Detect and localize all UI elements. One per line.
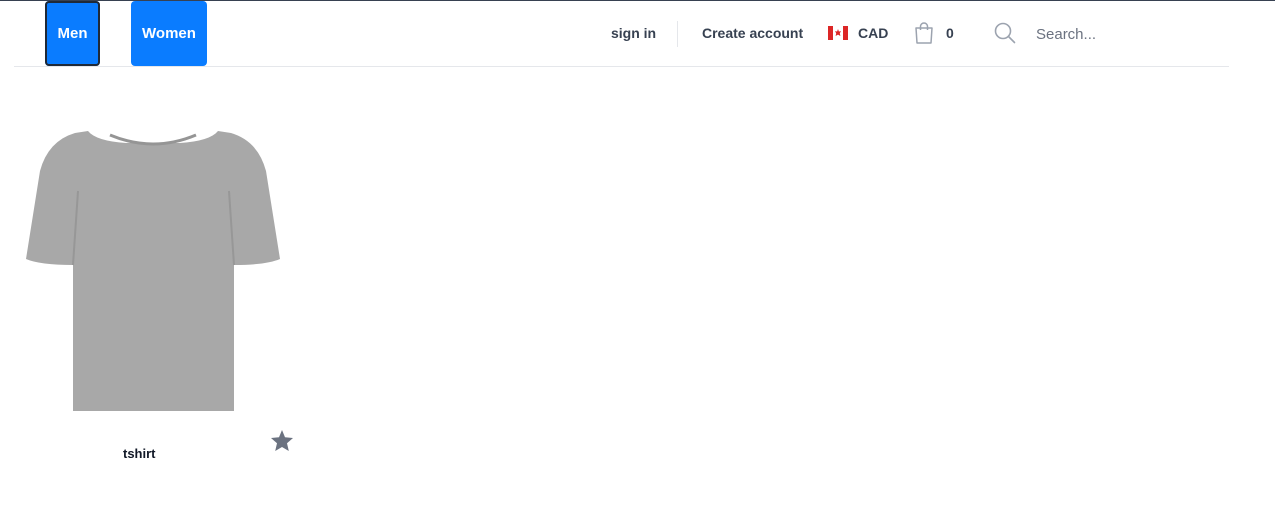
site-header: Men Women sign in Create account CAD 0 bbox=[14, 1, 1229, 67]
currency-label: CAD bbox=[858, 25, 889, 41]
canada-flag-icon bbox=[828, 26, 848, 40]
category-men-button[interactable]: Men bbox=[45, 1, 100, 66]
sign-in-link[interactable]: sign in bbox=[611, 25, 656, 41]
product-image[interactable] bbox=[26, 131, 280, 411]
search-input[interactable] bbox=[1034, 20, 1198, 48]
search-icon[interactable] bbox=[994, 22, 1016, 44]
favorite-star-icon[interactable] bbox=[270, 429, 294, 452]
shopping-bag-icon bbox=[915, 22, 933, 44]
cart-count: 0 bbox=[946, 25, 954, 41]
cart-button[interactable]: 0 bbox=[914, 22, 954, 44]
nav-divider bbox=[677, 21, 678, 47]
product-name[interactable]: tshirt bbox=[123, 446, 156, 461]
category-women-button[interactable]: Women bbox=[131, 1, 207, 66]
product-card[interactable]: tshirt bbox=[26, 131, 294, 461]
currency-selector[interactable]: CAD bbox=[828, 25, 888, 41]
create-account-link[interactable]: Create account bbox=[702, 25, 803, 41]
